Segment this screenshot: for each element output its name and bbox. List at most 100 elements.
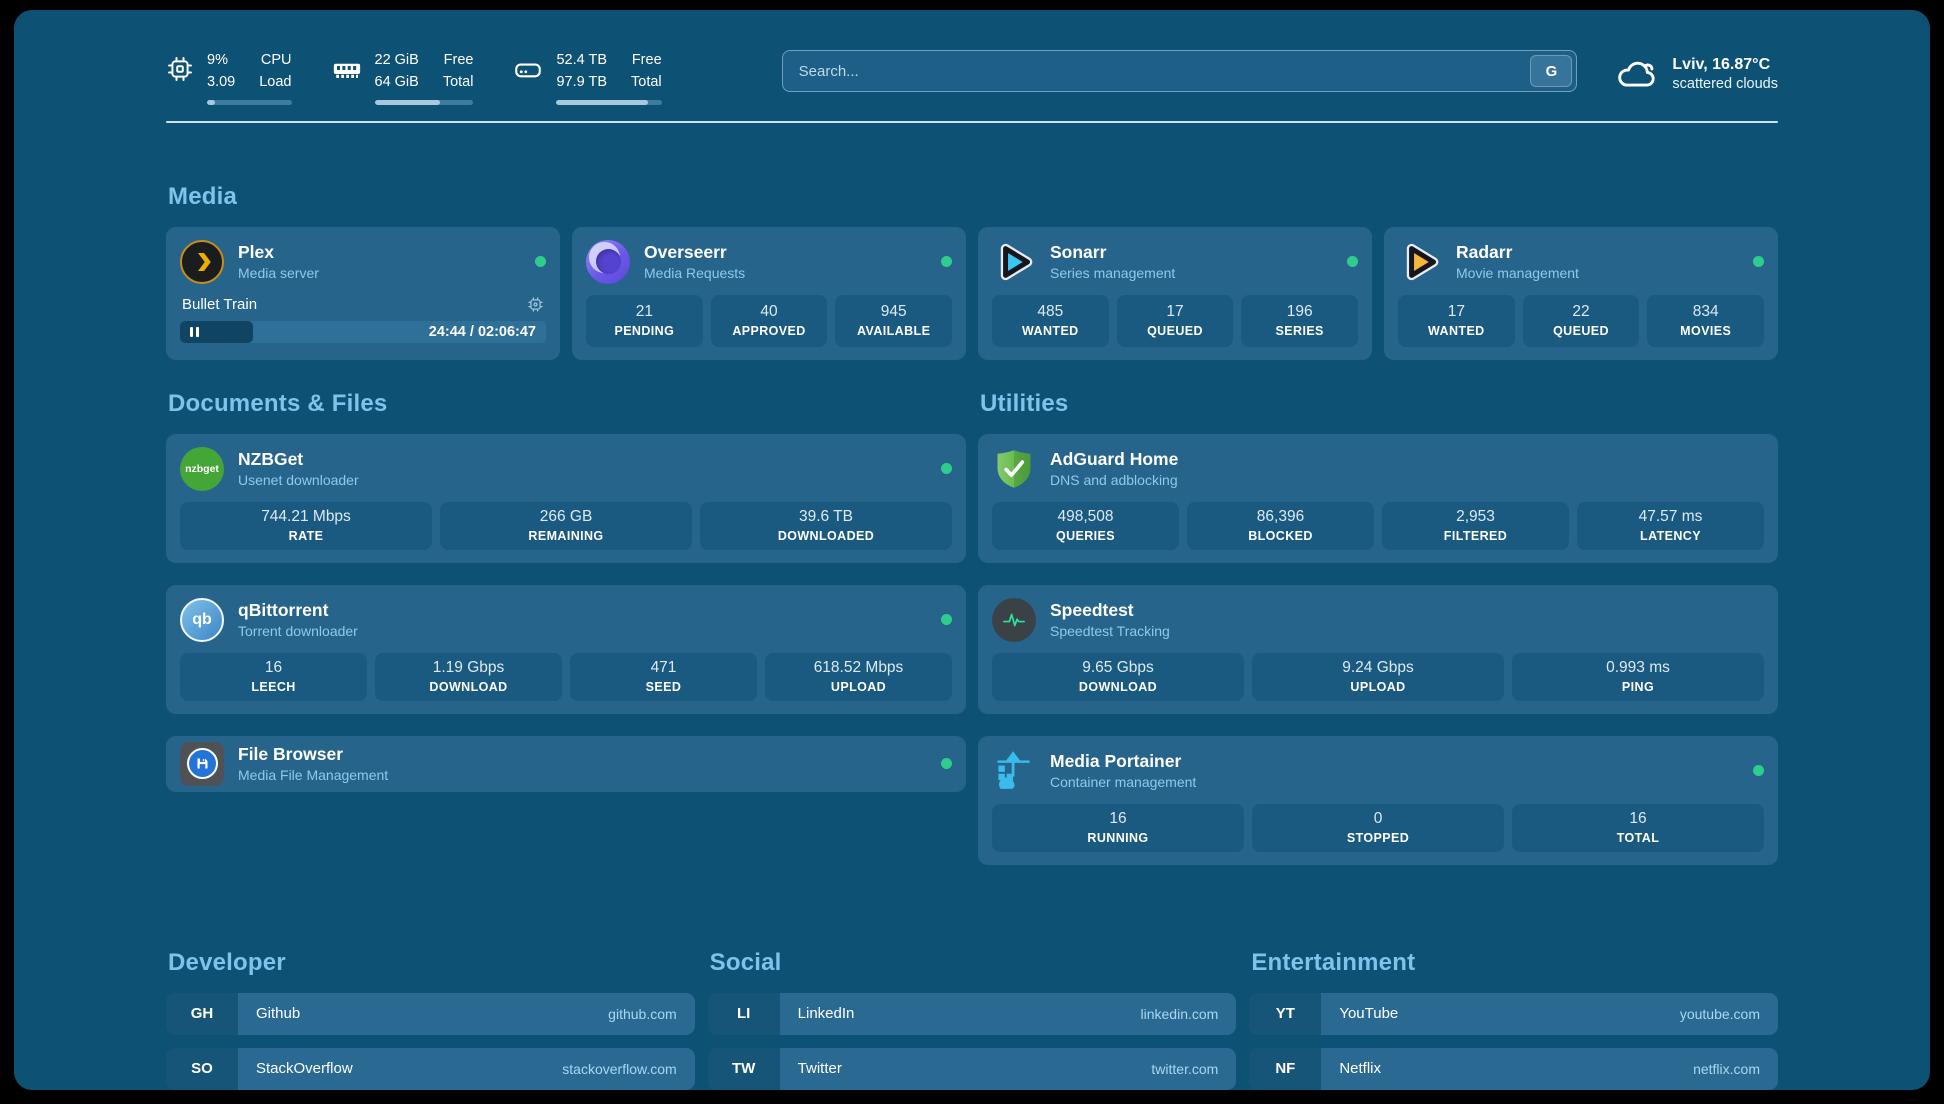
speedtest-icon — [992, 598, 1036, 642]
service-card-qbittorrent[interactable]: qb qBittorrent Torrent downloader 16 LEE… — [166, 585, 966, 714]
stat-rate: 744.21 Mbps RATE — [180, 502, 432, 550]
service-card-radarr[interactable]: Radarr Movie management 17 WANTED 22 QUE… — [1384, 227, 1778, 360]
status-dot — [941, 256, 952, 267]
disk-free-value: 52.4 TB — [556, 50, 607, 72]
service-name: AdGuard Home — [1050, 449, 1178, 470]
ram-icon — [332, 55, 362, 85]
section-title-utilities: Utilities — [980, 390, 1778, 418]
cpu-usage-label: CPU — [261, 50, 292, 72]
service-card-speedtest[interactable]: Speedtest Speedtest Tracking 9.65 Gbps D… — [978, 585, 1778, 714]
bookmark-abbr: SO — [166, 1048, 238, 1090]
bookmark-group-developer: Developer GH Github github.com SO StackO… — [166, 949, 695, 1091]
ram-progress-bar — [375, 100, 474, 105]
service-card-portainer[interactable]: Media Portainer Container management 16 … — [978, 736, 1778, 865]
search-input[interactable] — [782, 50, 1578, 92]
search-bar: G — [782, 50, 1578, 92]
bookmark-url: stackoverflow.com — [562, 1061, 676, 1077]
stat-stopped: 0 STOPPED — [1252, 804, 1504, 852]
adguard-icon — [992, 447, 1036, 491]
ram-total-label: Total — [443, 72, 474, 94]
ram-free-value: 22 GiB — [375, 50, 419, 72]
weather-location-temp: Lviv, 16.87°C — [1672, 54, 1778, 76]
stat-total: 16 TOTAL — [1512, 804, 1764, 852]
disk-total-label: Total — [631, 72, 662, 94]
service-card-nzbget[interactable]: nzbget NZBGet Usenet downloader 744.21 M… — [166, 434, 966, 563]
stat-series: 196 SERIES — [1241, 295, 1358, 347]
service-name: qBittorrent — [238, 600, 358, 621]
status-dot — [941, 614, 952, 625]
portainer-icon — [992, 749, 1036, 793]
bookmark-group-social: Social LI LinkedIn linkedin.com TW Twitt… — [708, 949, 1237, 1091]
service-name: File Browser — [238, 744, 388, 765]
bookmark-youtube[interactable]: YT YouTube youtube.com — [1249, 993, 1778, 1035]
stat-leech: 16 LEECH — [180, 653, 367, 701]
stat-queued: 22 QUEUED — [1523, 295, 1640, 347]
playback-time: 24:44 / 02:06:47 — [429, 321, 536, 343]
stat-ping: 0.993 ms PING — [1512, 653, 1764, 701]
section-media: Media Plex Media server — [166, 183, 1778, 360]
bookmark-abbr: GH — [166, 993, 238, 1035]
cpu-usage-value: 9% — [207, 50, 235, 72]
stat-queries: 498,508 QUERIES — [992, 502, 1179, 550]
service-name: Overseerr — [644, 242, 745, 263]
sonarr-icon — [992, 240, 1036, 284]
pause-icon — [190, 327, 199, 337]
filebrowser-icon — [180, 742, 224, 786]
service-subtitle: Media File Management — [238, 767, 388, 783]
service-subtitle: Torrent downloader — [238, 623, 358, 639]
service-subtitle: Movie management — [1456, 265, 1579, 281]
service-card-sonarr[interactable]: Sonarr Series management 485 WANTED 17 Q… — [978, 227, 1372, 360]
stat-available: 945 AVAILABLE — [835, 295, 952, 347]
plex-now-playing: Bullet Train 24:44 / 02:06:47 — [180, 296, 546, 343]
stat-wanted: 17 WANTED — [1398, 295, 1515, 347]
stat-wanted: 485 WANTED — [992, 295, 1109, 347]
stat-download: 9.65 Gbps DOWNLOAD — [992, 653, 1244, 701]
service-name: Radarr — [1456, 242, 1579, 263]
status-dot — [941, 758, 952, 769]
stat-pending: 21 PENDING — [586, 295, 703, 347]
status-dot — [1753, 256, 1764, 267]
plex-progress-bar: 24:44 / 02:06:47 — [180, 321, 546, 343]
bookmark-name: Twitter — [798, 1060, 1142, 1077]
cloud-icon — [1613, 50, 1659, 96]
service-name: Plex — [238, 242, 319, 263]
radarr-icon — [1398, 240, 1442, 284]
stat-movies: 834 MOVIES — [1647, 295, 1764, 347]
bookmark-url: youtube.com — [1680, 1006, 1760, 1022]
bookmark-github[interactable]: GH Github github.com — [166, 993, 695, 1035]
bookmark-linkedin[interactable]: LI LinkedIn linkedin.com — [708, 993, 1237, 1035]
service-card-plex[interactable]: Plex Media server Bullet Train — [166, 227, 560, 360]
transcode-icon — [527, 296, 544, 313]
service-card-overseerr[interactable]: Overseerr Media Requests 21 PENDING 40 A… — [572, 227, 966, 360]
bookmark-name: Github — [256, 1005, 598, 1022]
bookmark-netflix[interactable]: NF Netflix netflix.com — [1249, 1048, 1778, 1090]
ram-total-value: 64 GiB — [375, 72, 419, 94]
bookmark-stackoverflow[interactable]: SO StackOverflow stackoverflow.com — [166, 1048, 695, 1090]
cpu-progress-bar — [207, 100, 292, 105]
section-title-developer: Developer — [168, 949, 695, 977]
status-dot — [1753, 765, 1764, 776]
service-name: Media Portainer — [1050, 751, 1196, 772]
system-stats: 9% 3.09 CPU Load — [166, 50, 662, 105]
stat-download: 1.19 Gbps DOWNLOAD — [375, 653, 562, 701]
disk-progress-bar — [556, 100, 661, 105]
service-card-adguard[interactable]: AdGuard Home DNS and adblocking 498,508 … — [978, 434, 1778, 563]
bookmark-abbr: YT — [1249, 993, 1321, 1035]
cpu-load-label: Load — [259, 72, 291, 94]
service-subtitle: Media Requests — [644, 265, 745, 281]
ram-free-label: Free — [444, 50, 474, 72]
disk-icon — [513, 55, 543, 85]
bookmark-twitter[interactable]: TW Twitter twitter.com — [708, 1048, 1237, 1090]
overseerr-icon — [586, 240, 630, 284]
service-card-filebrowser[interactable]: File Browser Media File Management — [166, 736, 966, 792]
search-engine-button[interactable]: G — [1530, 55, 1572, 87]
stat-blocked: 86,396 BLOCKED — [1187, 502, 1374, 550]
service-subtitle: Usenet downloader — [238, 472, 359, 488]
section-title-documents: Documents & Files — [168, 390, 966, 418]
section-title-media: Media — [168, 183, 1778, 211]
cpu-icon — [166, 55, 194, 83]
stat-upload: 618.52 Mbps UPLOAD — [765, 653, 952, 701]
bookmark-group-entertainment: Entertainment YT YouTube youtube.com NF … — [1249, 949, 1778, 1091]
weather-condition: scattered clouds — [1672, 76, 1778, 92]
bookmark-url: linkedin.com — [1141, 1006, 1219, 1022]
